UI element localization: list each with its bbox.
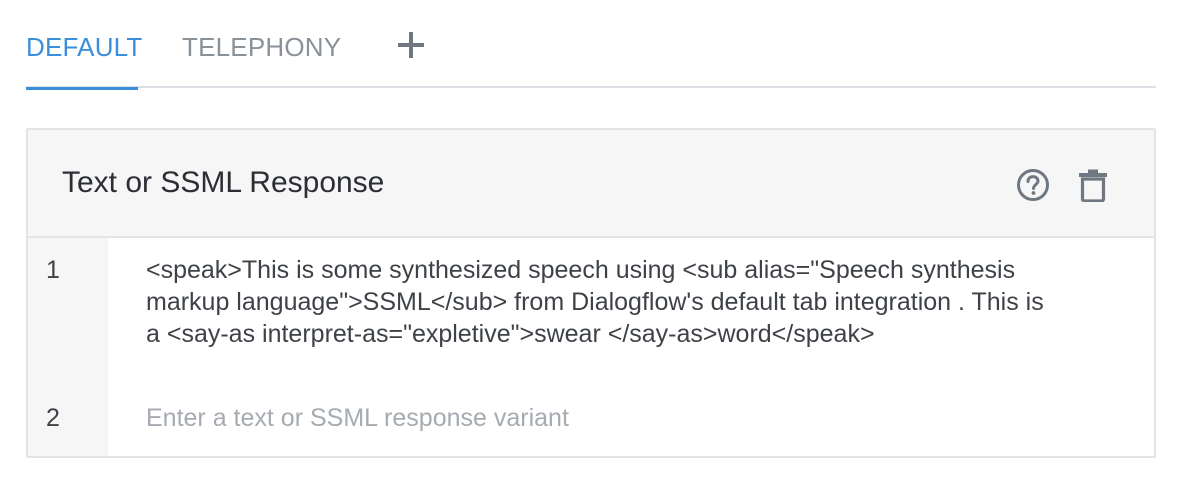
tab-default[interactable]: DEFAULT bbox=[26, 32, 142, 90]
trash-icon[interactable] bbox=[1078, 168, 1108, 203]
plus-icon[interactable] bbox=[396, 30, 426, 60]
row-number: 2 bbox=[46, 404, 60, 432]
response-tabs: DEFAULT TELEPHONY bbox=[26, 0, 1156, 90]
response-variant-input[interactable]: Enter a text or SSML response variant bbox=[146, 402, 1046, 434]
text-response-card: Text or SSML Response 1 <speak>This is s… bbox=[26, 128, 1156, 458]
response-text[interactable]: <speak>This is some synthesized speech u… bbox=[146, 254, 1046, 350]
card-title: Text or SSML Response bbox=[62, 166, 385, 199]
help-circle-icon[interactable] bbox=[1016, 168, 1050, 202]
response-rows: 1 <speak>This is some synthesized speech… bbox=[28, 238, 1154, 456]
tab-telephony[interactable]: TELEPHONY bbox=[182, 32, 341, 88]
row-number: 1 bbox=[46, 256, 60, 284]
card-header: Text or SSML Response bbox=[28, 130, 1154, 238]
